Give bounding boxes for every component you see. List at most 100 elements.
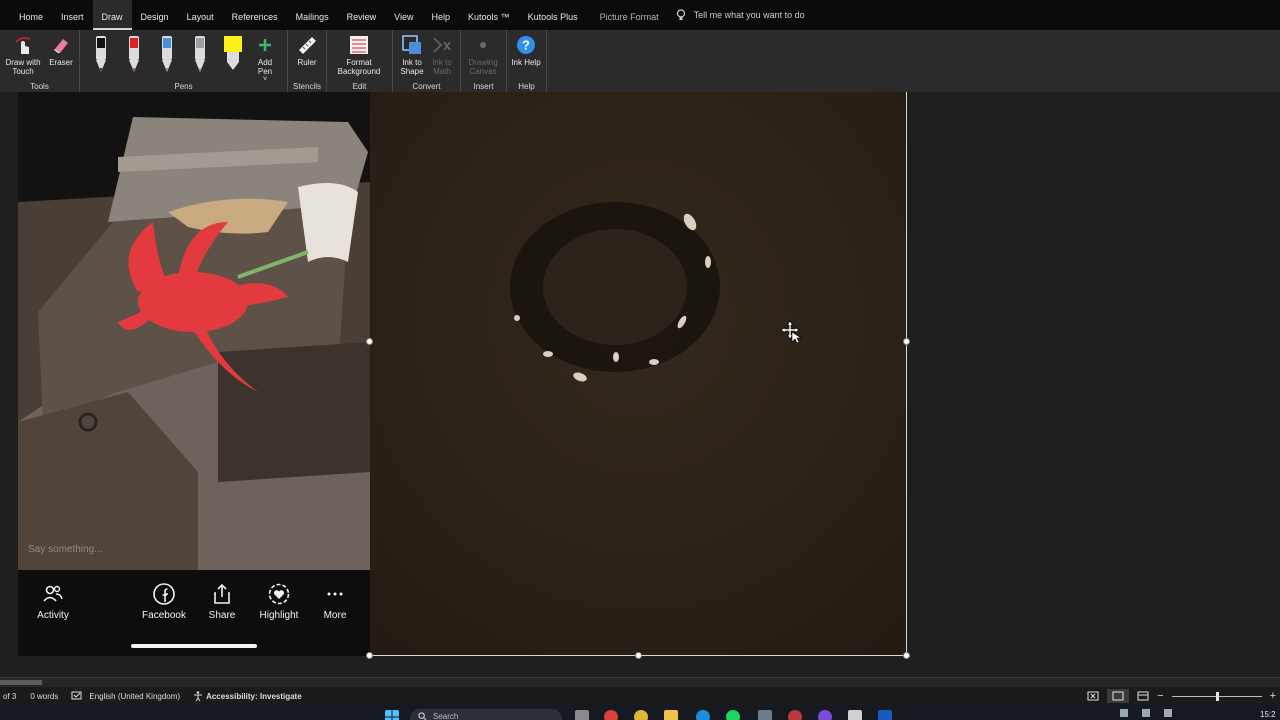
clock[interactable]: 15:2 — [1260, 710, 1276, 719]
plus-icon — [259, 39, 271, 51]
pen-gray[interactable] — [183, 32, 216, 74]
app-icon-purple[interactable] — [818, 710, 832, 720]
app-icon-light[interactable] — [848, 710, 862, 720]
ruler-button[interactable]: Ruler — [288, 32, 326, 67]
ink-help-label: Ink Help — [511, 58, 541, 67]
ink-to-shape-icon — [402, 35, 421, 54]
status-bar: of 3 0 words English (United Kingdom) Ac… — [0, 687, 1280, 705]
app-icon-red[interactable] — [604, 710, 618, 720]
tab-view[interactable]: View — [385, 0, 422, 30]
focus-icon[interactable] — [1087, 691, 1099, 701]
print-layout-icon[interactable] — [1107, 689, 1130, 703]
group-edit-label: Edit — [352, 82, 367, 91]
format-background-label: Format Background — [337, 58, 381, 76]
resize-handle-bottom-right[interactable] — [903, 652, 910, 659]
highlight-icon — [268, 583, 290, 605]
word-count[interactable]: 0 words — [30, 692, 58, 701]
zoom-slider-thumb[interactable] — [1215, 691, 1219, 701]
tab-kutools[interactable]: Kutools ™ — [459, 0, 519, 30]
page-count[interactable]: of 3 — [3, 692, 16, 701]
eraser-button[interactable]: Eraser — [44, 32, 78, 67]
highlighter-yellow[interactable] — [216, 32, 249, 74]
pen-black[interactable] — [84, 32, 117, 74]
resize-handle-bottom[interactable] — [635, 652, 642, 659]
more-button[interactable]: More — [315, 582, 355, 621]
tab-picture-format[interactable]: Picture Format — [591, 0, 668, 30]
file-explorer-icon[interactable] — [575, 710, 589, 720]
tab-review[interactable]: Review — [338, 0, 386, 30]
activity-button[interactable]: Activity — [33, 582, 73, 621]
tab-home[interactable]: Home — [10, 0, 52, 30]
view-controls: − + — [1087, 689, 1276, 703]
taskbar-search[interactable]: Search — [410, 709, 562, 720]
folder-icon[interactable] — [664, 710, 678, 720]
windows-taskbar: Search 15:2 — [0, 705, 1280, 720]
tab-references[interactable]: References — [223, 0, 287, 30]
word-icon[interactable] — [878, 710, 892, 720]
volume-icon[interactable] — [1164, 709, 1172, 717]
add-pen-button[interactable]: Add Pen ˅ — [249, 32, 281, 84]
ruler-label: Ruler — [297, 58, 317, 67]
pencil-icon — [194, 36, 205, 72]
pencil-icon — [161, 36, 172, 72]
resize-handle-left[interactable] — [366, 338, 373, 345]
photo-box-flower — [18, 92, 370, 570]
language[interactable]: English (United Kingdom) — [89, 692, 180, 701]
tab-help[interactable]: Help — [423, 0, 460, 30]
wifi-icon[interactable] — [1142, 709, 1150, 717]
tab-insert[interactable]: Insert — [52, 0, 93, 30]
group-pens: Add Pen ˅ Pens — [80, 30, 288, 92]
group-convert-label: Convert — [412, 82, 441, 91]
ink-to-math-label: Ink to Math — [432, 58, 452, 76]
resize-handle-bottom-left[interactable] — [366, 652, 373, 659]
tab-layout[interactable]: Layout — [178, 0, 223, 30]
eraser-icon — [54, 39, 68, 53]
tab-design[interactable]: Design — [132, 0, 178, 30]
tab-mailings[interactable]: Mailings — [287, 0, 338, 30]
horizontal-scrollbar[interactable] — [0, 677, 1280, 687]
app-icon-gray[interactable] — [758, 710, 772, 720]
accessibility-icon[interactable] — [192, 690, 204, 702]
app-icon-dark[interactable] — [788, 710, 802, 720]
pen-red[interactable] — [117, 32, 150, 74]
ink-to-shape-button[interactable]: Ink to Shape — [397, 32, 427, 76]
tray-icon[interactable] — [1120, 709, 1128, 717]
tab-draw[interactable]: Draw — [92, 0, 132, 30]
windows-start-icon[interactable] — [385, 710, 399, 720]
drawing-canvas-label: Drawing Canvas — [468, 58, 498, 76]
drawing-canvas-button[interactable]: Drawing Canvas — [461, 32, 505, 76]
format-background-icon — [350, 36, 368, 54]
resize-handle-right[interactable] — [903, 338, 910, 345]
format-background-button[interactable]: Format Background — [327, 32, 391, 76]
tell-me-search[interactable]: Tell me what you want to do — [674, 8, 805, 22]
selection-border — [370, 92, 907, 656]
share-button[interactable]: Share — [202, 582, 242, 621]
highlight-button[interactable]: Highlight — [254, 582, 304, 621]
ink-help-button[interactable]: ? Ink Help — [507, 32, 545, 67]
ink-to-math-button[interactable]: Ink to Math — [427, 32, 457, 76]
edge-icon[interactable] — [696, 710, 710, 720]
zoom-in-icon[interactable]: + — [1270, 690, 1276, 702]
tab-kutools-plus[interactable]: Kutools Plus — [519, 0, 587, 30]
group-tools: Draw with Touch Eraser Tools — [0, 30, 80, 92]
ruler-icon — [299, 37, 316, 54]
help-icon: ? — [517, 36, 535, 54]
share-icon — [214, 583, 230, 604]
story-screenshot-image[interactable]: Say something... Activity Facebook Share… — [18, 92, 370, 656]
pen-icon — [128, 36, 139, 72]
draw-with-touch-button[interactable]: Draw with Touch — [2, 32, 44, 76]
proofing-icon[interactable] — [71, 691, 83, 701]
comment-input[interactable]: Say something... — [28, 544, 102, 555]
spotify-icon[interactable] — [726, 710, 740, 720]
activity-label: Activity — [37, 610, 69, 621]
zoom-slider[interactable] — [1171, 691, 1262, 701]
chrome-icon[interactable] — [634, 710, 648, 720]
group-pens-label: Pens — [174, 82, 193, 91]
web-layout-icon[interactable] — [1137, 691, 1149, 701]
pen-blue[interactable] — [150, 32, 183, 74]
facebook-button[interactable]: Facebook — [139, 582, 189, 621]
scrollbar-thumb[interactable] — [0, 680, 42, 685]
group-insert: Drawing Canvas Insert — [461, 30, 507, 92]
accessibility-status[interactable]: Accessibility: Investigate — [206, 692, 302, 701]
zoom-out-icon[interactable]: − — [1157, 690, 1163, 702]
